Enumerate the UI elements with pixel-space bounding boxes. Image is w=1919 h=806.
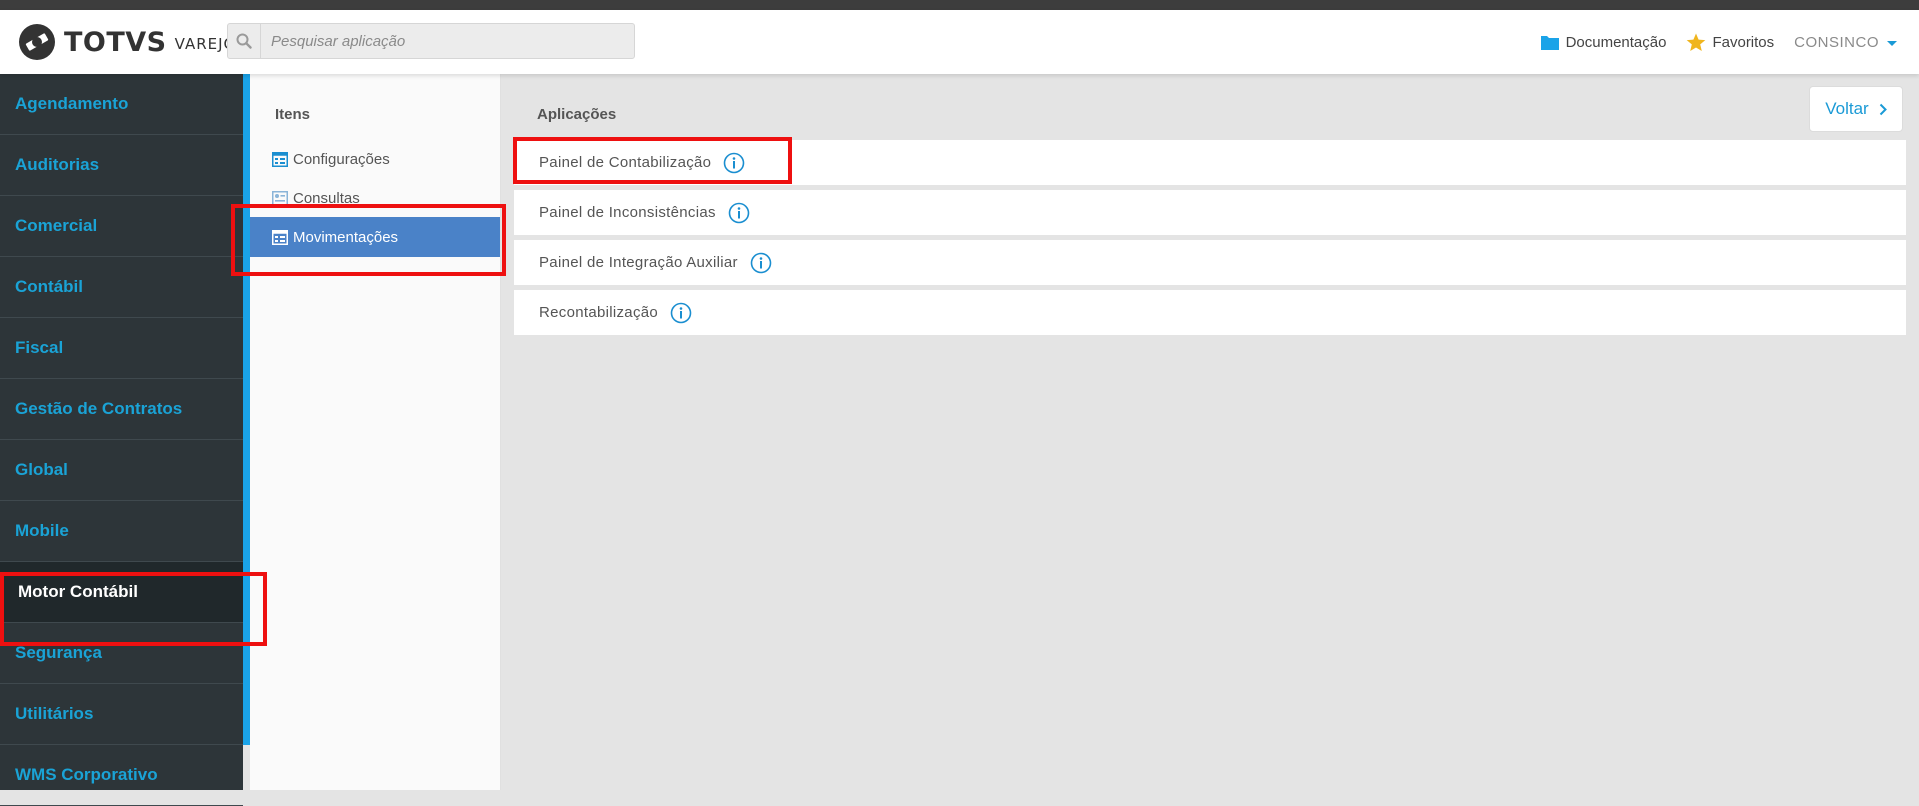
app-painel-integracao-auxiliar[interactable]: Painel de Integração Auxiliar — [514, 240, 1906, 285]
item-movimentacoes[interactable]: Movimentações — [250, 217, 500, 257]
star-icon — [1687, 33, 1706, 51]
item-label: Movimentações — [293, 228, 399, 246]
app-label: Painel de Integração Auxiliar — [539, 254, 738, 271]
sidebar-scroll-indicator[interactable] — [243, 74, 250, 745]
info-icon[interactable] — [728, 202, 750, 224]
chevron-down-icon — [1887, 40, 1897, 46]
sidebar-item-utilitarios[interactable]: Utilitários — [0, 684, 243, 745]
sidebar-item-label: Utilitários — [15, 704, 94, 723]
sidebar-item-mobile[interactable]: Mobile — [0, 501, 243, 562]
app-label: Painel de Contabilização — [539, 154, 712, 171]
item-label: Configurações — [293, 150, 390, 168]
item-consultas[interactable]: Consultas — [272, 180, 360, 216]
header-actions: Documentação Favoritos CONSINCO — [1540, 10, 1897, 74]
app-recontabilizacao[interactable]: Recontabilização — [514, 290, 1906, 335]
app-painel-contabilizacao[interactable]: Painel de Contabilização — [514, 140, 1906, 185]
sidebar-item-label: WMS Corporativo — [15, 765, 158, 784]
report-icon — [272, 190, 288, 206]
sidebar-item-fiscal[interactable]: Fiscal — [0, 318, 243, 379]
sidebar-item-contabil[interactable]: Contábil — [0, 257, 243, 318]
grid-icon — [272, 151, 288, 167]
search-box — [227, 23, 635, 59]
item-configuracoes[interactable]: Configurações — [272, 141, 390, 177]
item-label: Consultas — [293, 189, 360, 207]
top-strip — [0, 0, 1919, 10]
favorites-link[interactable]: Favoritos — [1686, 33, 1774, 52]
sidebar-item-label: Gestão de Contratos — [15, 399, 183, 418]
back-label: Voltar — [1825, 99, 1869, 118]
sidebar-item-label: Auditorias — [15, 155, 100, 174]
app-painel-inconsistencias[interactable]: Painel de Inconsistências — [514, 190, 1906, 235]
back-button[interactable]: Voltar — [1809, 86, 1903, 132]
sidebar-item-label: Agendamento — [15, 94, 129, 113]
info-icon[interactable] — [723, 152, 745, 174]
totvs-logo[interactable]: TOTVS VAREJO — [18, 22, 236, 62]
sidebar-item-label: Mobile — [15, 521, 69, 540]
sidebar-item-label: Fiscal — [15, 338, 64, 357]
documentation-label: Documentação — [1565, 33, 1667, 51]
app-header: TOTVS VAREJO Documentação Favoritos CONS… — [0, 10, 1919, 74]
documentation-link[interactable]: Documentação — [1540, 33, 1667, 51]
sidebar-item-auditorias[interactable]: Auditorias — [0, 135, 243, 196]
applications-title: Aplicações — [537, 106, 617, 123]
applications-area: Aplicações Voltar Painel de Contabilizaç… — [501, 74, 1919, 790]
chevron-right-icon — [1879, 103, 1887, 115]
app-label: Recontabilização — [539, 304, 659, 321]
sidebar-item-wms-corporativo[interactable]: WMS Corporativo — [0, 745, 243, 806]
sidebar-item-label: Comercial — [15, 216, 98, 235]
sidebar-item-agendamento[interactable]: Agendamento — [0, 74, 243, 135]
user-menu[interactable]: CONSINCO — [1794, 34, 1897, 51]
sidebar-item-label: Segurança — [15, 643, 102, 662]
app-label: Painel de Inconsistências — [539, 204, 716, 221]
sidebar-item-label: Contábil — [15, 277, 83, 296]
favorites-label: Favoritos — [1712, 33, 1775, 51]
sidebar-item-comercial[interactable]: Comercial — [0, 196, 243, 257]
sidebar-item-gestao-contratos[interactable]: Gestão de Contratos — [0, 379, 243, 440]
folder-icon — [1540, 35, 1559, 50]
info-icon[interactable] — [750, 252, 772, 274]
user-name: CONSINCO — [1794, 33, 1879, 51]
search-icon[interactable] — [228, 24, 261, 58]
module-sidebar: Agendamento Auditorias Comercial Contábi… — [0, 74, 243, 806]
sidebar-item-global[interactable]: Global — [0, 440, 243, 501]
sidebar-item-label: Global — [15, 460, 68, 479]
totvs-logo-icon — [19, 24, 55, 60]
sidebar-item-motor-contabil[interactable]: Motor Contábil — [0, 562, 243, 623]
sidebar-item-label: Motor Contábil — [18, 582, 138, 601]
items-panel: Itens Configurações Consultas Movimentaç… — [250, 74, 501, 790]
info-icon[interactable] — [670, 302, 692, 324]
search-input[interactable] — [261, 24, 633, 58]
grid-icon — [272, 229, 288, 245]
sidebar-item-seguranca[interactable]: Segurança — [0, 623, 243, 684]
brand-name: TOTVS — [64, 26, 167, 58]
items-panel-title: Itens — [275, 106, 311, 123]
